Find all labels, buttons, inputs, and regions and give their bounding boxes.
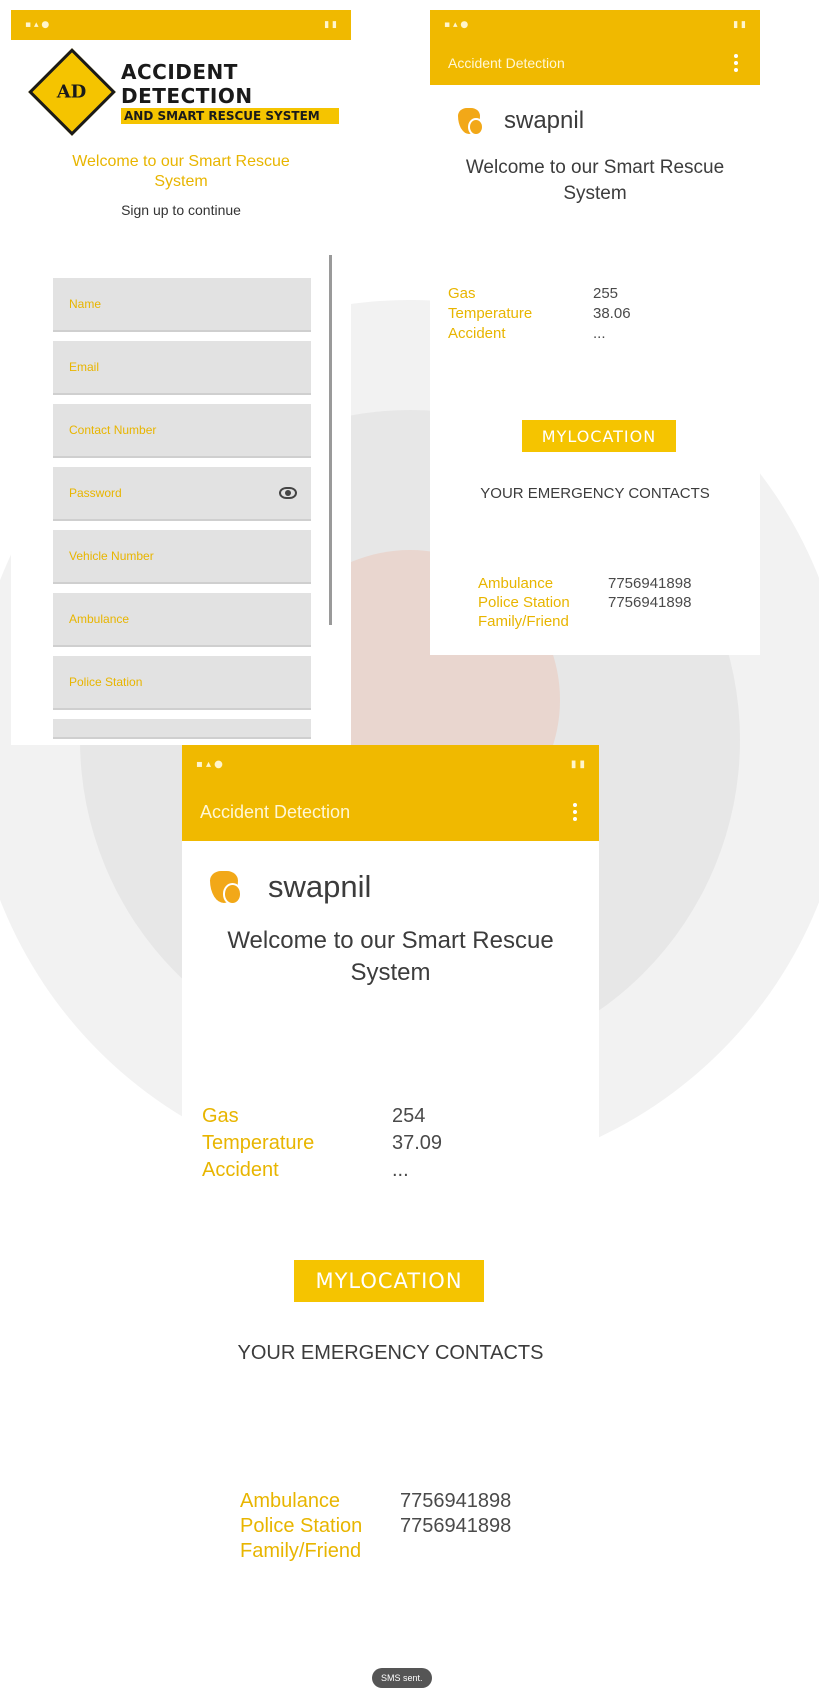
- scrollbar[interactable]: [329, 255, 332, 625]
- gas-label: Gas: [448, 285, 476, 302]
- police-station-field[interactable]: Police Station: [53, 656, 311, 710]
- user-shield-icon: [458, 108, 485, 137]
- accident-value: ...: [392, 1159, 409, 1181]
- sensor-readings: Gas 254 Temperature 37.09 Accident ...: [202, 1105, 442, 1182]
- accident-label: Accident: [448, 325, 506, 342]
- family-friend-label: Family/Friend: [240, 1540, 362, 1562]
- welcome-text: Welcome to our Smart Rescue System: [465, 157, 725, 204]
- police-placeholder: Police Station: [69, 675, 143, 689]
- logo-title: ACCIDENT DETECTION: [121, 60, 253, 108]
- app-logo: AD ACCIDENT DETECTION AND SMART RESCUE S…: [11, 40, 351, 136]
- signup-form: Name Email Contact Number Password Vehic…: [53, 278, 311, 745]
- police-station-number: 7756941898: [400, 1515, 512, 1537]
- mylocation-button[interactable]: MYLOCATION: [294, 1260, 484, 1302]
- police-station-label: Police Station: [240, 1515, 363, 1537]
- emergency-contacts-list: Ambulance 7756941898 Police Station 7756…: [478, 575, 691, 630]
- status-bar: ▪ ▴ ● ▮ ▮: [430, 10, 760, 40]
- eye-icon[interactable]: [279, 487, 297, 499]
- email-placeholder: Email: [69, 360, 100, 374]
- contact-number-field[interactable]: Contact Number: [53, 404, 311, 458]
- username: swapnil: [268, 869, 372, 904]
- sensor-readings: Gas 255 Temperature 38.06 Accident ...: [448, 285, 631, 342]
- emergency-contacts-title: YOUR EMERGENCY CONTACTS: [237, 1342, 544, 1364]
- welcome-text: Welcome to our Smart Rescue System: [227, 927, 554, 986]
- app-title: Accident Detection: [200, 801, 351, 822]
- emergency-contacts-list: Ambulance 7756941898 Police Station 7756…: [240, 1490, 511, 1563]
- ambulance-field[interactable]: Ambulance: [53, 593, 311, 647]
- sms-sent-toast: SMS sent.: [372, 1668, 432, 1688]
- temperature-label: Temperature: [202, 1132, 315, 1154]
- ambulance-label: Ambulance: [240, 1490, 341, 1512]
- overflow-menu-icon[interactable]: [730, 50, 742, 76]
- accident-value: ...: [593, 325, 606, 342]
- app-bar: Accident Detection: [182, 783, 599, 841]
- ambulance-label: Ambulance: [478, 575, 554, 592]
- user-shield-icon: [210, 871, 242, 905]
- app-title: Accident Detection: [448, 54, 565, 71]
- password-field[interactable]: Password: [53, 467, 311, 521]
- ambulance-number: 7756941898: [400, 1490, 512, 1512]
- accident-label: Accident: [202, 1159, 279, 1181]
- logo-emblem: AD: [28, 48, 116, 136]
- next-field-partial[interactable]: [53, 719, 311, 739]
- gas-value: 255: [593, 285, 619, 302]
- dashboard-small-lower: MYLOCATION YOUR EMERGENCY CONTACTS Ambul…: [430, 395, 760, 655]
- welcome-text: Welcome to our Smart Rescue System: [72, 153, 290, 190]
- emergency-contacts-title: YOUR EMERGENCY CONTACTS: [480, 485, 710, 502]
- dashboard-screen-large: ▪ ▴ ● ▮ ▮ Accident Detection swapnil Welc…: [182, 745, 599, 1260]
- name-field[interactable]: Name: [53, 278, 311, 332]
- gas-value: 254: [392, 1105, 426, 1127]
- ambulance-placeholder: Ambulance: [69, 612, 130, 626]
- contact-placeholder: Contact Number: [69, 423, 157, 437]
- dashboard-screen-small: ▪ ▴ ● ▮ ▮ Accident Detection swapnil Welc…: [430, 0, 760, 395]
- email-field[interactable]: Email: [53, 341, 311, 395]
- user-header: swapnil: [182, 841, 599, 905]
- police-station-number: 7756941898: [608, 594, 692, 611]
- status-bar: ▪ ▴ ● ▮ ▮: [182, 745, 599, 783]
- name-placeholder: Name: [69, 297, 102, 311]
- app-bar: Accident Detection: [430, 40, 760, 85]
- logo-subtitle: AND SMART RESCUE SYSTEM: [121, 108, 339, 124]
- overflow-menu-icon[interactable]: [569, 799, 581, 825]
- police-station-label: Police Station: [478, 594, 570, 611]
- mylocation-button[interactable]: MYLOCATION: [522, 420, 676, 452]
- temperature-value: 37.09: [392, 1132, 443, 1154]
- ambulance-number: 7756941898: [608, 575, 692, 592]
- dashboard-large-lower: MYLOCATION YOUR EMERGENCY CONTACTS Ambul…: [182, 1260, 599, 1691]
- password-placeholder: Password: [69, 486, 122, 500]
- signup-subtitle: Sign up to continue: [121, 202, 241, 218]
- temperature-label: Temperature: [448, 305, 533, 322]
- user-header: swapnil: [430, 85, 760, 137]
- temperature-value: 38.06: [593, 305, 631, 322]
- vehicle-placeholder: Vehicle Number: [69, 549, 154, 563]
- signup-screen: ▪ ▴ ● ▮ ▮ AD ACCIDENT DETECTION AND SMART…: [11, 0, 351, 745]
- gas-label: Gas: [202, 1105, 239, 1127]
- username: swapnil: [504, 107, 585, 134]
- status-bar: ▪ ▴ ● ▮ ▮: [11, 10, 351, 40]
- vehicle-number-field[interactable]: Vehicle Number: [53, 530, 311, 584]
- family-friend-label: Family/Friend: [478, 613, 569, 630]
